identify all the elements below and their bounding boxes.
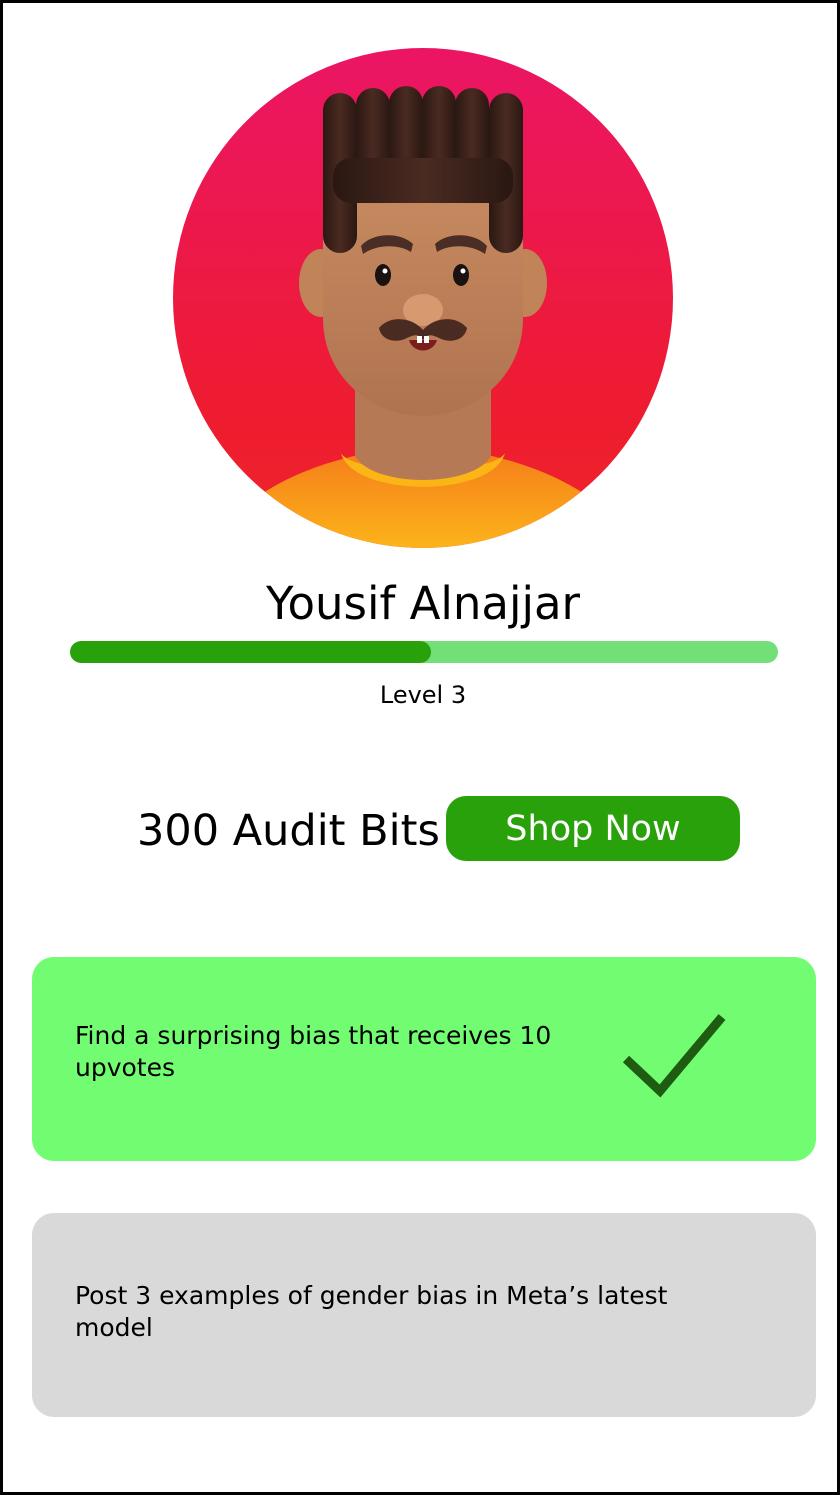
task-card-pending[interactable]: Post 3 examples of gender bias in Meta’s… — [32, 1213, 816, 1417]
user-avatar — [173, 48, 673, 548]
checkmark-icon — [622, 1014, 726, 1098]
profile-screen: Yousif Alnajjar Level 3 300 Audit Bits S… — [0, 0, 840, 1495]
shop-now-button[interactable]: Shop Now — [446, 796, 740, 861]
level-label: Level 3 — [379, 681, 467, 709]
user-name: Yousif Alnajjar — [265, 577, 581, 630]
level-progress-bar — [70, 641, 778, 663]
level-progress-fill — [70, 641, 432, 663]
audit-bits-balance: 300 Audit Bits — [137, 806, 440, 856]
task-description: Post 3 examples of gender bias in Meta’s… — [75, 1281, 668, 1342]
task-description: Find a surprising bias that receives 10 … — [75, 1021, 552, 1082]
task-card-completed[interactable]: Find a surprising bias that receives 10 … — [32, 957, 816, 1161]
